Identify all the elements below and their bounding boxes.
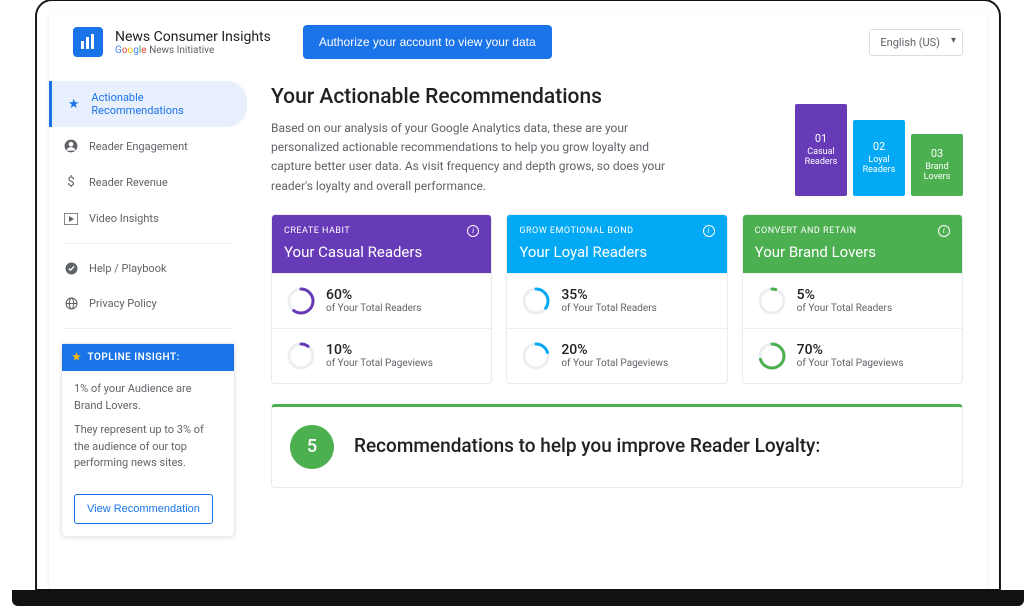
metric-row: 20%of Your Total Pageviews (507, 328, 726, 383)
metric-value: 5% (797, 287, 892, 303)
app-title: News Consumer Insights (115, 29, 271, 45)
laptop-frame: News Consumer Insights Google News Initi… (36, 0, 1000, 590)
donut-icon (286, 341, 316, 371)
info-icon[interactable]: i (467, 225, 479, 237)
page-description: Based on our analysis of your Google Ana… (271, 119, 671, 196)
logo-text: News Consumer Insights Google News Initi… (115, 29, 271, 56)
segment-tag: CONVERT AND RETAIN (755, 226, 857, 236)
main-content: Your Actionable Recommendations Based on… (247, 71, 987, 587)
sidebar-item-engagement[interactable]: Reader Engagement (49, 129, 247, 163)
sidebar-item-revenue[interactable]: $ Reader Revenue (49, 165, 247, 200)
sidebar: ★ Actionable Recommendations Reader Enga… (49, 71, 247, 587)
metric-row: 5%of Your Total Readers (743, 273, 962, 328)
segment-card: GROW EMOTIONAL BONDi Your Loyal Readers … (506, 214, 727, 384)
recommendations-title: Recommendations to help you improve Read… (354, 433, 820, 460)
metric-row: 10%of Your Total Pageviews (272, 328, 491, 383)
laptop-base (12, 590, 1024, 606)
topline-insight-card: ★ TOPLINE INSIGHT: 1% of your Audience a… (61, 343, 235, 537)
segment-header: GROW EMOTIONAL BOND i Your Loyal Readers (507, 215, 726, 273)
donut-icon (521, 341, 551, 371)
hero-section: Your Actionable Recommendations Based on… (271, 85, 963, 196)
segment-card: CONVERT AND RETAIN i Your Brand Lovers 5%… (742, 214, 963, 384)
metric-sub: of Your Total Readers (561, 303, 656, 314)
funnel-casual: 01Casual Readers (795, 104, 847, 196)
segment-cards: CREATE HABITi Your Casual Readers 60%of … (271, 214, 963, 384)
sidebar-item-label: Video Insights (89, 212, 159, 225)
header: News Consumer Insights Google News Initi… (49, 13, 987, 71)
sidebar-item-label: Reader Revenue (89, 176, 168, 189)
view-recommendation-button[interactable]: View Recommendation (74, 494, 213, 524)
segment-header: CONVERT AND RETAIN i Your Brand Lovers (743, 215, 962, 273)
metric-value: 20% (561, 342, 668, 358)
metric-row: 60%of Your Total Readers (272, 273, 491, 328)
info-icon[interactable]: i (938, 225, 950, 237)
sidebar-item-label: Actionable Recommendations (91, 91, 233, 117)
star-icon: ★ (72, 352, 81, 363)
segment-card: CREATE HABITi Your Casual Readers 60%of … (271, 214, 492, 384)
info-icon[interactable]: i (703, 225, 715, 237)
page-title: Your Actionable Recommendations (271, 85, 671, 109)
segment-tag: GROW EMOTIONAL BOND (519, 226, 633, 236)
segment-title: Your Brand Lovers (755, 243, 950, 261)
segment-title: Your Casual Readers (284, 243, 479, 261)
segment-header: CREATE HABIT i Your Casual Readers (272, 215, 491, 273)
logo-icon (73, 27, 103, 57)
authorize-button[interactable]: Authorize your account to view your data (303, 25, 552, 59)
donut-icon (521, 286, 551, 316)
segment-title: Your Loyal Readers (519, 243, 714, 261)
funnel-chart: 01Casual Readers 02Loyal Readers 03Brand… (795, 85, 963, 196)
metric-sub: of Your Total Readers (797, 303, 892, 314)
metric-sub: of Your Total Pageviews (561, 358, 668, 369)
check-circle-icon (63, 262, 79, 275)
star-icon: ★ (66, 97, 81, 112)
metric-row: 70%of Your Total Pageviews (743, 328, 962, 383)
sidebar-item-help[interactable]: Help / Playbook (49, 252, 247, 285)
metric-value: 70% (797, 342, 904, 358)
metric-sub: of Your Total Readers (326, 303, 421, 314)
recommendations-section: 5 Recommendations to help you improve Re… (271, 404, 963, 488)
funnel-loyal: 02Loyal Readers (853, 120, 905, 196)
app-screen: News Consumer Insights Google News Initi… (49, 13, 987, 589)
recommendation-count-badge: 5 (290, 425, 334, 469)
language-select[interactable]: English (US) (869, 29, 963, 56)
funnel-brand: 03Brand Lovers (911, 134, 963, 196)
insight-body: 1% of your Audience are Brand Lovers. Th… (62, 371, 234, 490)
divider (63, 328, 233, 329)
metric-sub: of Your Total Pageviews (797, 358, 904, 369)
donut-icon (757, 341, 787, 371)
divider (63, 243, 233, 244)
dollar-icon: $ (63, 175, 79, 190)
segment-tag: CREATE HABIT (284, 226, 350, 236)
sidebar-item-label: Help / Playbook (89, 262, 167, 275)
donut-icon (286, 286, 316, 316)
metric-sub: of Your Total Pageviews (326, 358, 433, 369)
metric-row: 35%of Your Total Readers (507, 273, 726, 328)
account-icon (63, 139, 79, 153)
sidebar-item-recommendations[interactable]: ★ Actionable Recommendations (49, 81, 247, 127)
play-icon (63, 213, 79, 225)
metric-value: 10% (326, 342, 433, 358)
donut-icon (757, 286, 787, 316)
insight-heading: ★ TOPLINE INSIGHT: (62, 344, 234, 371)
sidebar-item-video[interactable]: Video Insights (49, 202, 247, 235)
metric-value: 60% (326, 287, 421, 303)
metric-value: 35% (561, 287, 656, 303)
sidebar-item-label: Privacy Policy (89, 297, 157, 310)
sidebar-item-label: Reader Engagement (89, 140, 188, 153)
app-subtitle: Google News Initiative (115, 45, 271, 56)
sidebar-item-privacy[interactable]: Privacy Policy (49, 287, 247, 320)
globe-icon (63, 297, 79, 310)
